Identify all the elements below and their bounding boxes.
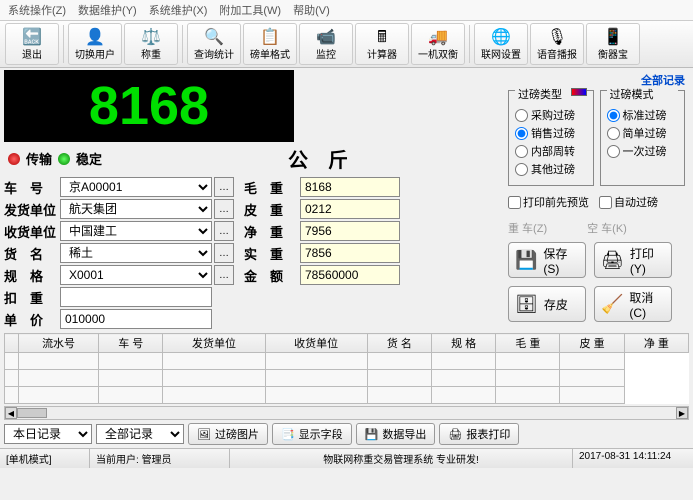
radio-一次过磅[interactable]: 一次过磅	[607, 143, 679, 159]
cancel-button[interactable]: 🧹取消(C)	[594, 286, 672, 322]
menubar: 系统操作(Z) 数据维护(Y) 系统维护(X) 附加工具(W) 帮助(V)	[0, 0, 693, 21]
显示字段-button[interactable]: 📑显示字段	[272, 423, 352, 445]
auto-checkbox[interactable]: 自动过磅	[599, 194, 658, 210]
报表打印-icon: 🖨	[448, 428, 462, 441]
transmit-led	[8, 153, 20, 165]
金 额-field[interactable]	[300, 265, 400, 285]
menu-item[interactable]: 帮助(V)	[293, 2, 330, 18]
weight-display: 8168	[4, 70, 294, 142]
数据导出-icon: 💾	[365, 428, 379, 441]
column-header[interactable]: 发货单位	[163, 334, 265, 353]
column-header[interactable]: 皮 重	[560, 334, 624, 353]
toolbar-监控[interactable]: 📹监控	[299, 23, 353, 65]
toolbar-切换用户[interactable]: 👤切换用户	[68, 23, 122, 65]
column-header[interactable]: 规 格	[431, 334, 495, 353]
stable-led	[58, 153, 70, 165]
过磅图片-button[interactable]: 🖼过磅图片	[188, 423, 268, 445]
color-indicator	[571, 88, 587, 96]
records-table: 流水号车 号发货单位收货单位货 名规 格毛 重皮 重净 重	[4, 333, 689, 404]
显示字段-icon: 📑	[281, 428, 295, 441]
监控-icon: 📹	[316, 30, 336, 46]
车 号-input[interactable]: 京A00001	[60, 177, 212, 197]
user-status: 当前用户: 管理员	[90, 449, 230, 468]
radio-采购过磅[interactable]: 采购过磅	[515, 107, 587, 123]
empty-car-button: 空 车(K)	[587, 220, 627, 236]
计算器-icon: 🖩	[377, 30, 387, 46]
column-header[interactable]: 流水号	[19, 334, 99, 353]
毛 重-field[interactable]	[300, 177, 400, 197]
menu-item[interactable]: 系统维护(X)	[149, 2, 208, 18]
weight-value: 8168	[89, 75, 209, 137]
browse-button[interactable]: …	[214, 199, 234, 219]
menu-item[interactable]: 数据维护(Y)	[78, 2, 137, 18]
horizontal-scrollbar[interactable]: ◀▶	[4, 406, 689, 420]
radio-简单过磅[interactable]: 简单过磅	[607, 125, 679, 141]
语音播报-icon: 🎙	[547, 30, 567, 46]
报表打印-button[interactable]: 🖨报表打印	[439, 423, 519, 445]
system-name: 物联网称重交易管理系统 专业研发!	[230, 449, 573, 468]
规 格-input[interactable]: X0001	[60, 265, 212, 285]
column-header[interactable]: 收货单位	[265, 334, 367, 353]
browse-button[interactable]: …	[214, 221, 234, 241]
数据导出-button[interactable]: 💾数据导出	[356, 423, 436, 445]
radio-标准过磅[interactable]: 标准过磅	[607, 107, 679, 123]
发货单位-input[interactable]: 航天集团	[60, 199, 212, 219]
column-header[interactable]: 毛 重	[496, 334, 560, 353]
filter-select[interactable]: 本日记录	[4, 424, 92, 444]
column-header[interactable]: 货 名	[367, 334, 431, 353]
preview-checkbox[interactable]: 打印前先预览	[508, 194, 589, 210]
衡器宝-icon: 📱	[603, 30, 623, 46]
皮 重-field[interactable]	[300, 199, 400, 219]
column-header[interactable]: 车 号	[99, 334, 163, 353]
filter-select[interactable]: 全部记录	[96, 424, 184, 444]
save-button[interactable]: 💾保存(S)	[508, 242, 586, 278]
bottom-toolbar: 本日记录全部记录🖼过磅图片📑显示字段💾数据导出🖨报表打印	[0, 420, 693, 448]
收货单位-input[interactable]: 中国建工	[60, 221, 212, 241]
browse-button[interactable]: …	[214, 177, 234, 197]
净 重-field[interactable]	[300, 221, 400, 241]
status-bar: [单机模式] 当前用户: 管理员 物联网称重交易管理系统 专业研发! 2017-…	[0, 448, 693, 468]
tare-button[interactable]: 🗄存皮	[508, 286, 586, 322]
称重-icon: ⚖️	[141, 30, 161, 46]
transmit-label: 传输	[26, 149, 52, 168]
heavy-car-button: 重 车(Z)	[508, 220, 547, 236]
radio-销售过磅[interactable]: 销售过磅	[515, 125, 587, 141]
radio-其他过磅[interactable]: 其他过磅	[515, 161, 587, 177]
toolbar-退出[interactable]: 🔙退出	[5, 23, 59, 65]
toolbar-计算器[interactable]: 🖩计算器	[355, 23, 409, 65]
toolbar-称重[interactable]: ⚖️称重	[124, 23, 178, 65]
磅单格式-icon: 📋	[260, 30, 280, 46]
browse-button[interactable]: …	[214, 265, 234, 285]
toolbar-联网设置[interactable]: 🌐联网设置	[474, 23, 528, 65]
toolbar-衡器宝[interactable]: 📱衡器宝	[586, 23, 640, 65]
menu-item[interactable]: 附加工具(W)	[219, 2, 281, 18]
toolbar-语音播报[interactable]: 🎙语音播报	[530, 23, 584, 65]
单 价-input[interactable]	[60, 309, 212, 329]
扣 重-input[interactable]	[60, 287, 212, 307]
toolbar: 🔙退出👤切换用户⚖️称重🔍查询统计📋磅单格式📹监控🖩计算器🚚一机双衡🌐联网设置🎙…	[0, 21, 693, 68]
toolbar-一机双衡[interactable]: 🚚一机双衡	[411, 23, 465, 65]
联网设置-icon: 🌐	[491, 30, 511, 46]
mode-status: [单机模式]	[0, 449, 90, 468]
一机双衡-icon: 🚚	[428, 30, 448, 46]
toolbar-查询统计[interactable]: 🔍查询统计	[187, 23, 241, 65]
radio-内部周转[interactable]: 内部周转	[515, 143, 587, 159]
menu-item[interactable]: 系统操作(Z)	[8, 2, 66, 18]
weigh-mode-group: 过磅模式 标准过磅简单过磅一次过磅	[600, 90, 686, 186]
datetime-status: 2017-08-31 14:11:24	[573, 449, 693, 468]
过磅图片-icon: 🖼	[197, 428, 211, 441]
print-button[interactable]: 🖨打印(Y)	[594, 242, 672, 278]
退出-icon: 🔙	[22, 30, 42, 46]
货 名-input[interactable]: 稀土	[60, 243, 212, 263]
查询统计-icon: 🔍	[204, 30, 224, 46]
切换用户-icon: 👤	[85, 30, 105, 46]
browse-button[interactable]: …	[214, 243, 234, 263]
unit-label: 公 斤	[288, 144, 348, 173]
实 重-field[interactable]	[300, 243, 400, 263]
filter-type-group: 过磅类型 采购过磅销售过磅内部周转其他过磅	[508, 90, 594, 186]
stable-label: 稳定	[76, 149, 102, 168]
toolbar-磅单格式[interactable]: 📋磅单格式	[243, 23, 297, 65]
column-header[interactable]: 净 重	[624, 334, 688, 353]
